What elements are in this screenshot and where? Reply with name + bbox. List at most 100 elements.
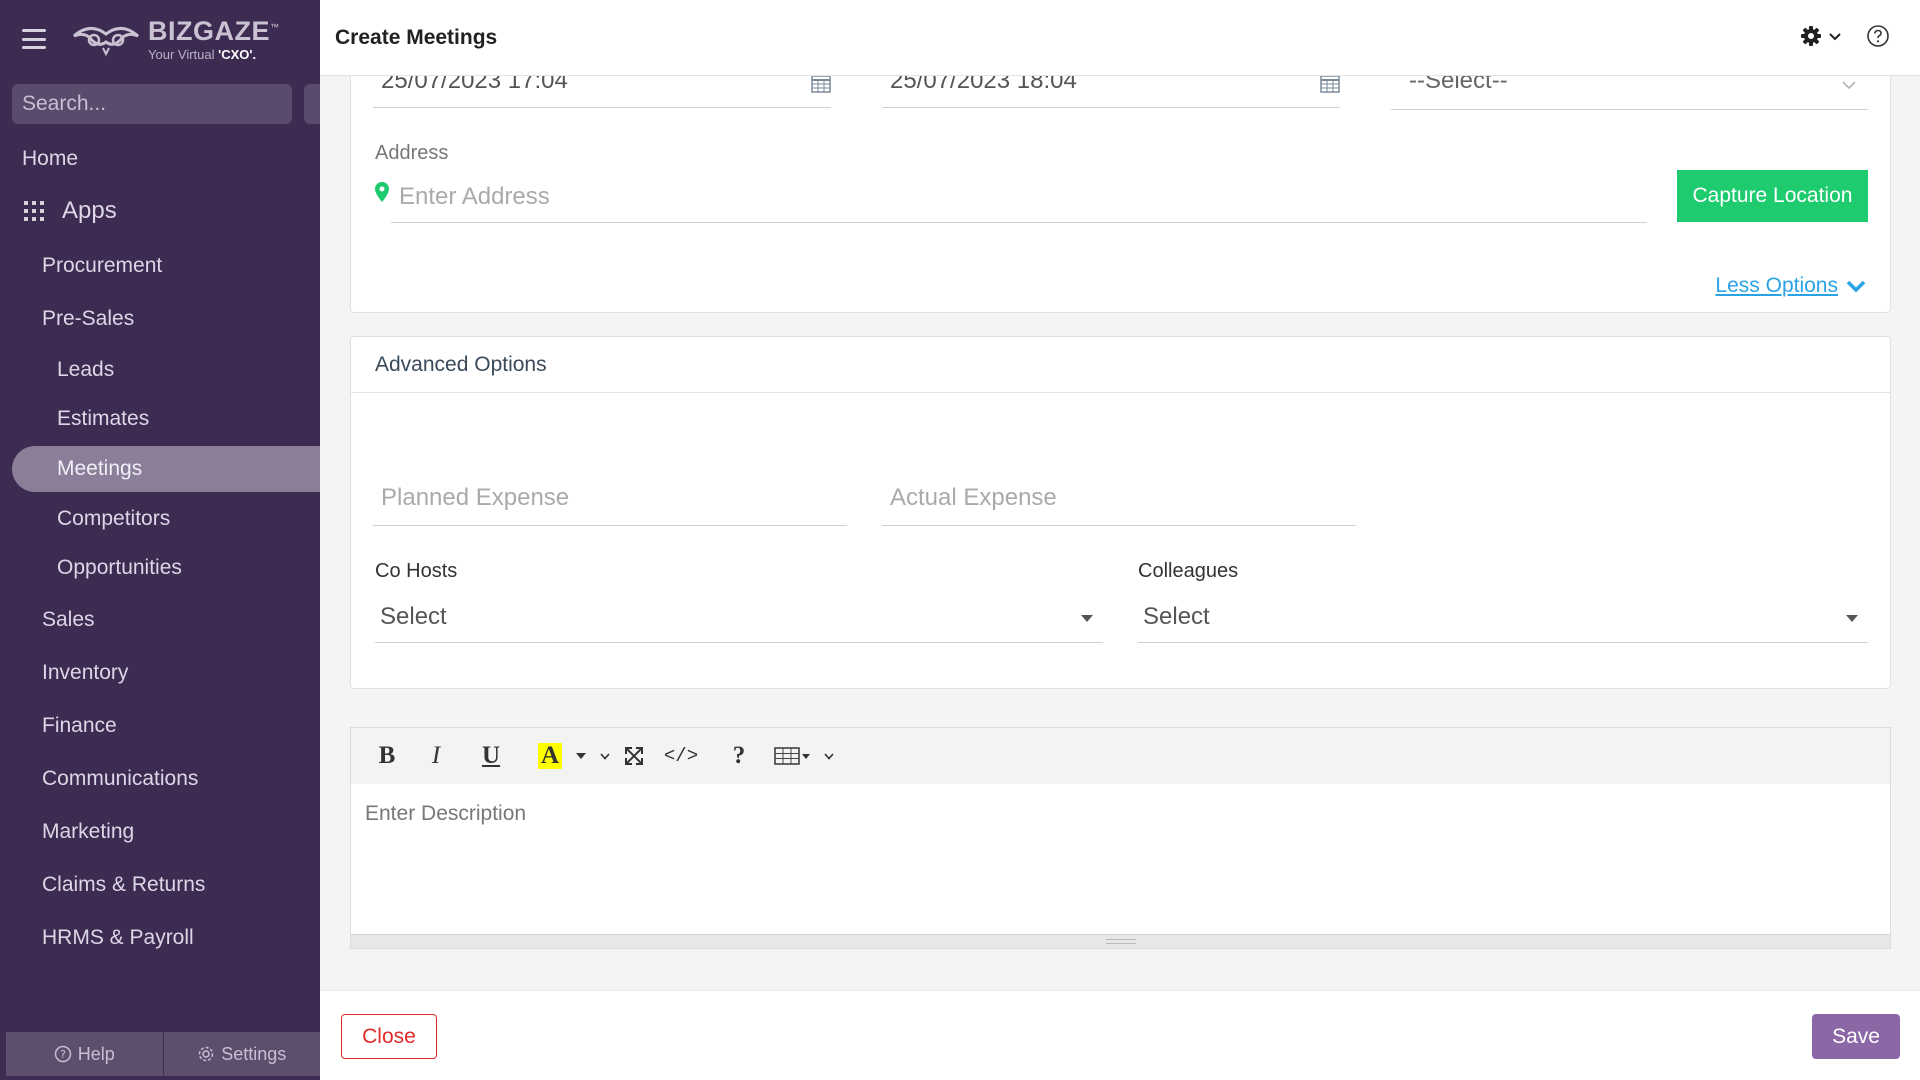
sidebar-item-label: Home bbox=[22, 147, 79, 170]
sidebar-item-label: Claims & Returns bbox=[42, 872, 206, 896]
description-text-area[interactable]: Enter Description bbox=[351, 784, 1890, 932]
insert-table-button[interactable] bbox=[767, 736, 817, 776]
sidebar-item-procurement[interactable]: Procurement bbox=[0, 239, 320, 292]
colleagues-select[interactable]: Select bbox=[1138, 583, 1868, 643]
editor-resize-handle[interactable] bbox=[351, 934, 1890, 948]
sidebar-item-claims-returns[interactable]: Claims & Returns bbox=[0, 858, 320, 911]
less-options-label: Less Options bbox=[1715, 274, 1838, 297]
color-dropdown-button[interactable] bbox=[569, 736, 593, 776]
code-view-button[interactable]: </> bbox=[651, 736, 711, 776]
sidebar-item-label: Finance bbox=[42, 713, 117, 737]
search-side-tab[interactable] bbox=[304, 84, 320, 124]
colleagues-label: Colleagues bbox=[1138, 560, 1239, 582]
help-circle-icon[interactable] bbox=[1866, 24, 1890, 48]
settings-button[interactable]: Settings bbox=[162, 1032, 320, 1076]
end-datetime-field[interactable]: 25/07/2023 18:04 bbox=[882, 76, 1340, 108]
resize-grip-icon bbox=[1105, 939, 1136, 944]
sidebar-item-apps[interactable]: Apps bbox=[0, 183, 320, 239]
logo-tagline: Your Virtual 'CXO'. bbox=[148, 46, 257, 62]
address-label: Address bbox=[375, 142, 449, 164]
co-hosts-value: Select bbox=[380, 603, 447, 630]
planned-expense-input[interactable] bbox=[373, 470, 847, 526]
actual-expense-input[interactable] bbox=[882, 470, 1356, 526]
settings-label: Settings bbox=[221, 1043, 287, 1064]
sidebar-item-opportunities[interactable]: Opportunities bbox=[0, 544, 320, 594]
calendar-icon[interactable] bbox=[811, 76, 831, 93]
chevron-down-icon bbox=[600, 752, 610, 760]
svg-text:?: ? bbox=[60, 1048, 66, 1061]
map-pin-icon bbox=[375, 182, 389, 202]
apps-grid-icon bbox=[24, 201, 44, 221]
create-meeting-panel: Create Meetings 25/07/2023 17:04 25/07/2… bbox=[320, 0, 1920, 1080]
sidebar-item-competitors[interactable]: Competitors bbox=[0, 494, 320, 544]
start-datetime-field[interactable]: 25/07/2023 17:04 bbox=[373, 76, 831, 108]
logo-text: BIZGAZE™ Your Virtual 'CXO'. bbox=[148, 15, 280, 62]
meeting-details-card: 25/07/2023 17:04 25/07/2023 18:04 --Sele… bbox=[350, 76, 1891, 313]
sidebar-item-finance[interactable]: Finance bbox=[0, 699, 320, 752]
advanced-options-title: Advanced Options bbox=[351, 337, 1890, 393]
caret-down-icon bbox=[1081, 615, 1093, 622]
chevron-down-icon bbox=[824, 752, 834, 760]
bold-button[interactable]: B bbox=[365, 736, 409, 776]
editor-help-button[interactable]: ? bbox=[711, 736, 767, 776]
sidebar-item-sales[interactable]: Sales bbox=[0, 593, 320, 646]
text-color-icon: A bbox=[537, 743, 563, 769]
page-title: Create Meetings bbox=[335, 25, 498, 49]
panel-footer: Close Save bbox=[320, 990, 1920, 1080]
chevron-down-icon bbox=[1846, 280, 1866, 293]
sidebar-item-label: Apps bbox=[62, 197, 117, 224]
sidebar-item-inventory[interactable]: Inventory bbox=[0, 646, 320, 699]
sidebar-item-label: Procurement bbox=[42, 253, 163, 277]
sidebar-item-hrms-payroll[interactable]: HRMS & Payroll bbox=[0, 911, 320, 964]
description-editor: B I U A </> ? Enter Description bbox=[350, 727, 1891, 949]
sidebar-item-label: Opportunities bbox=[57, 556, 182, 580]
sidebar-item-communications[interactable]: Communications bbox=[0, 752, 320, 805]
header-tools bbox=[1800, 24, 1890, 48]
sidebar: BIZGAZE™ Your Virtual 'CXO'. Home Apps P… bbox=[0, 0, 320, 1080]
sidebar-item-estimates[interactable]: Estimates bbox=[0, 395, 320, 445]
underline-button[interactable]: U bbox=[463, 736, 519, 776]
search-input[interactable] bbox=[22, 92, 293, 116]
sidebar-item-pre-sales[interactable]: Pre-Sales bbox=[0, 292, 320, 345]
fullscreen-button[interactable] bbox=[617, 736, 651, 776]
end-datetime-value: 25/07/2023 18:04 bbox=[890, 76, 1077, 94]
logo-brand: BIZGAZE™ bbox=[148, 15, 280, 46]
text-color-button[interactable]: A bbox=[531, 736, 569, 776]
address-input[interactable] bbox=[391, 171, 1647, 223]
sidebar-item-label: HRMS & Payroll bbox=[42, 925, 194, 949]
sidebar-item-marketing[interactable]: Marketing bbox=[0, 805, 320, 858]
sidebar-item-label: Communications bbox=[42, 766, 199, 790]
gear-icon bbox=[198, 1046, 214, 1062]
sidebar-item-meetings[interactable]: Meetings bbox=[12, 446, 320, 492]
advanced-options-card: Advanced Options Co Hosts Select Colleag… bbox=[350, 336, 1891, 689]
co-hosts-label: Co Hosts bbox=[375, 560, 458, 582]
chevron-down-icon bbox=[1842, 81, 1856, 89]
help-circle-icon: ? bbox=[54, 1045, 71, 1063]
sidebar-item-label: Competitors bbox=[57, 506, 171, 530]
save-button[interactable]: Save bbox=[1812, 1014, 1900, 1059]
meeting-type-select[interactable]: --Select-- bbox=[1391, 76, 1868, 110]
more-dropdown-button[interactable] bbox=[817, 736, 841, 776]
start-datetime-value: 25/07/2023 17:04 bbox=[381, 76, 568, 94]
capture-location-button[interactable]: Capture Location bbox=[1677, 170, 1868, 222]
less-options-link[interactable]: Less Options bbox=[1715, 274, 1866, 298]
sidebar-header: BIZGAZE™ Your Virtual 'CXO'. bbox=[0, 0, 320, 78]
close-button[interactable]: Close bbox=[341, 1014, 437, 1059]
settings-dropdown[interactable] bbox=[1800, 25, 1842, 47]
sidebar-footer: ? Help Settings bbox=[6, 1032, 320, 1076]
sidebar-item-home[interactable]: Home bbox=[0, 135, 320, 183]
description-placeholder: Enter Description bbox=[365, 802, 527, 825]
sidebar-item-label: Sales bbox=[42, 607, 95, 631]
editor-toolbar: B I U A </> ? bbox=[351, 728, 1890, 784]
co-hosts-select[interactable]: Select bbox=[375, 583, 1103, 643]
calendar-icon[interactable] bbox=[1320, 76, 1340, 93]
hamburger-menu-icon[interactable] bbox=[22, 29, 46, 49]
italic-button[interactable]: I bbox=[409, 736, 463, 776]
bizgaze-logo[interactable]: BIZGAZE™ Your Virtual 'CXO'. bbox=[70, 15, 280, 62]
colleagues-value: Select bbox=[1143, 603, 1210, 630]
style-dropdown-button[interactable] bbox=[593, 736, 617, 776]
sidebar-item-label: Marketing bbox=[42, 819, 135, 843]
help-button[interactable]: ? Help bbox=[6, 1032, 163, 1076]
expand-icon bbox=[625, 747, 643, 765]
sidebar-item-leads[interactable]: Leads bbox=[0, 345, 320, 395]
